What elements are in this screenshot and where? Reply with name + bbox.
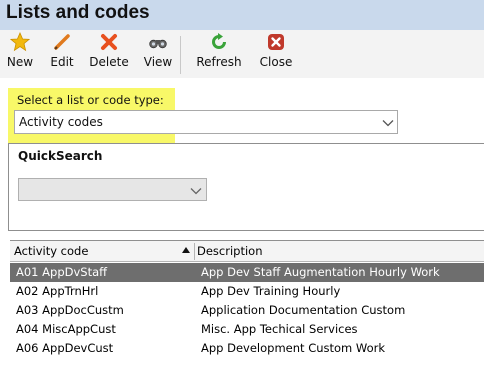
toolbar: New Edit Delete View Refresh Close [0, 30, 484, 78]
cell-activity-code: A06 AppDevCust [16, 341, 114, 355]
quicksearch-select[interactable] [18, 178, 207, 201]
table-row[interactable]: A04 MiscAppCust Misc. App Techical Servi… [10, 320, 484, 339]
edit-button-label: Edit [50, 55, 74, 69]
view-button[interactable]: View [140, 32, 176, 76]
delete-button-label: Delete [89, 55, 129, 69]
new-button[interactable]: New [4, 32, 36, 76]
cell-description: Misc. App Techical Services [201, 322, 358, 336]
view-button-label: View [143, 55, 173, 69]
cell-description: Application Documentation Custom [201, 303, 406, 317]
page-title: Lists and codes [6, 2, 150, 23]
title-bar: Lists and codes [0, 0, 484, 30]
sort-ascending-icon [182, 247, 190, 253]
refresh-icon [212, 33, 226, 49]
column-header-activity-code[interactable]: Activity code [14, 244, 88, 258]
codes-grid: Activity code Description A01 AppDvStaff… [10, 240, 484, 370]
table-row[interactable]: A02 AppTrnHrl App Dev Training Hourly [10, 282, 484, 301]
cell-activity-code: A01 AppDvStaff [16, 265, 108, 279]
refresh-button[interactable]: Refresh [192, 32, 246, 76]
quicksearch-title: QuickSearch [18, 149, 103, 163]
toolbar-separator [180, 36, 181, 74]
cell-description: App Dev Training Hourly [201, 284, 341, 298]
table-row[interactable]: A06 AppDevCust App Development Custom Wo… [10, 339, 484, 358]
close-button[interactable]: Close [254, 32, 298, 76]
x-icon [101, 34, 117, 50]
chevron-down-icon [190, 188, 202, 195]
chevron-down-icon [382, 120, 394, 127]
edit-button[interactable]: Edit [44, 32, 80, 76]
refresh-button-label: Refresh [196, 55, 242, 69]
column-divider[interactable] [194, 243, 195, 260]
cell-description: App Dev Staff Augmentation Hourly Work [201, 265, 440, 279]
new-button-label: New [6, 55, 34, 69]
table-row[interactable]: A03 AppDocCustm Application Documentatio… [10, 301, 484, 320]
pencil-icon [54, 34, 70, 50]
list-type-label: Select a list or code type: [17, 93, 164, 107]
close-button-label: Close [259, 55, 293, 69]
grid-header: Activity code Description [10, 241, 484, 262]
cell-activity-code: A02 AppTrnHrl [16, 284, 99, 298]
star-icon [10, 32, 30, 52]
cell-activity-code: A03 AppDocCustm [16, 303, 124, 317]
column-header-description[interactable]: Description [197, 244, 263, 258]
close-icon [268, 34, 284, 50]
cell-description: App Development Custom Work [201, 341, 386, 355]
list-type-select[interactable]: Activity codes [14, 110, 398, 134]
list-type-value: Activity codes [19, 115, 103, 129]
table-row[interactable]: A01 AppDvStaff App Dev Staff Augmentatio… [10, 263, 484, 282]
cell-activity-code: A04 MiscAppCust [16, 322, 116, 336]
binoculars-icon [149, 39, 167, 49]
delete-button[interactable]: Delete [86, 32, 132, 76]
